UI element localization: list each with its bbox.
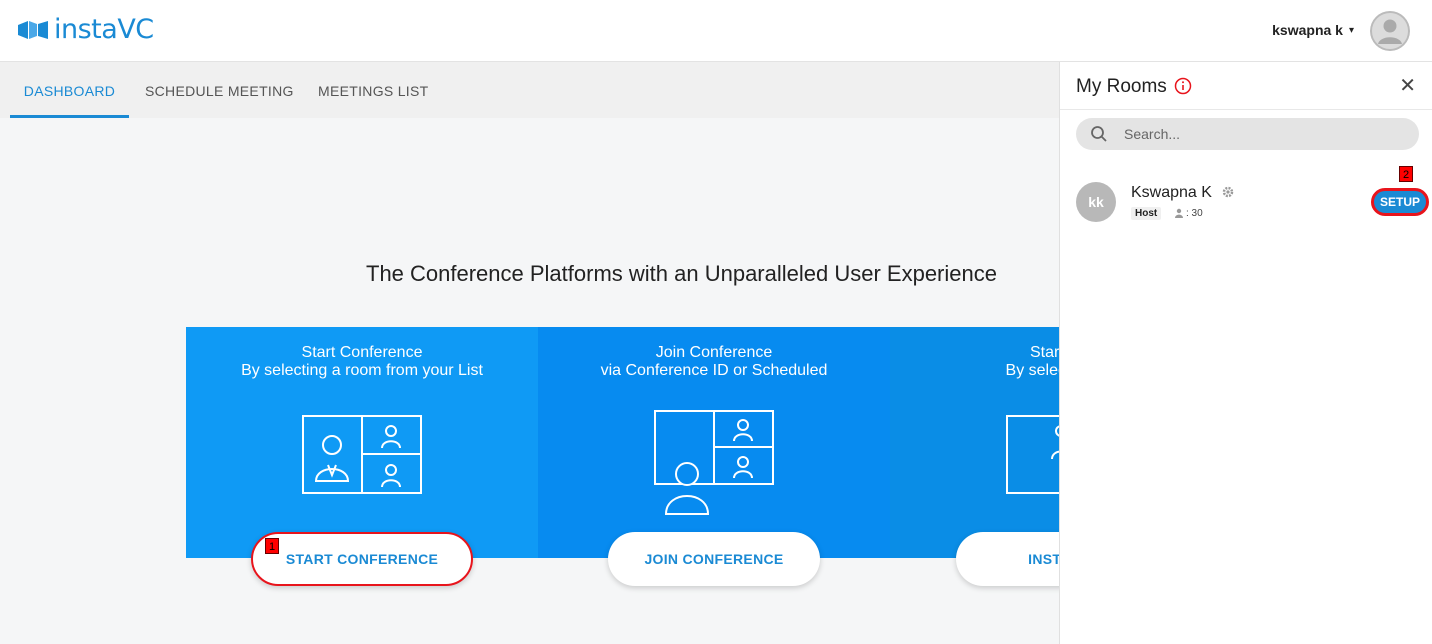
card-title-line2: via Conference ID or Scheduled <box>600 362 828 379</box>
info-icon[interactable] <box>1174 77 1192 95</box>
setup-button[interactable]: SETUP <box>1371 188 1429 216</box>
join-video-icon <box>654 410 774 515</box>
panel-title: My Rooms <box>1076 76 1167 97</box>
panel-header: My Rooms ✕ <box>1060 62 1432 110</box>
search-input[interactable] <box>1124 118 1404 150</box>
card-title: Start Conference By selecting a room fro… <box>186 344 538 380</box>
card-title: Start Conf By selecting a co <box>890 344 1060 380</box>
card-title-line2: By selecting a room from your List <box>241 362 483 379</box>
tab-meetings-list[interactable]: MEETINGS LIST <box>318 62 428 118</box>
host-badge: Host <box>1131 207 1162 220</box>
close-icon[interactable]: ✕ <box>1399 76 1416 96</box>
video-grid-icon <box>302 415 422 494</box>
page-headline: The Conference Platforms with an Unparal… <box>366 261 997 286</box>
gear-icon[interactable] <box>1222 186 1234 198</box>
user-avatar-icon <box>1370 11 1410 51</box>
user-menu[interactable]: kswapna k ▾ <box>1272 22 1354 38</box>
card-title-line1: Join Conference <box>655 344 773 361</box>
logo-icon <box>18 20 48 39</box>
room-name: Kswapna K <box>1131 184 1212 201</box>
room-list-item: kk Kswapna K Host : 30 SETUP <box>1076 182 1429 224</box>
username: kswapna k <box>1272 22 1343 38</box>
my-rooms-panel: My Rooms ✕ kk Kswapna K Host : 30 SETUP … <box>1059 62 1432 644</box>
tab-schedule-meeting[interactable]: SCHEDULE MEETING <box>145 62 294 118</box>
top-header: instaVC kswapna k ▾ <box>0 0 1432 62</box>
caret-down-icon: ▾ <box>1348 24 1354 36</box>
card-title: Join Conference via Conference ID or Sch… <box>538 344 890 380</box>
start-conference-button[interactable]: START CONFERENCE <box>251 532 473 586</box>
start-conference-card: Start Conference By selecting a room fro… <box>186 327 538 558</box>
join-conference-button[interactable]: JOIN CONFERENCE <box>608 532 820 586</box>
logo-text: instaVC <box>54 14 154 45</box>
join-conference-card: Join Conference via Conference ID or Sch… <box>538 327 890 558</box>
annotation-marker-2: 2 <box>1399 166 1413 182</box>
insta-video-icon <box>1006 415 1060 494</box>
card-title-line1: Start Conf <box>1029 344 1060 361</box>
participants-icon <box>1175 208 1183 218</box>
search-icon <box>1091 126 1107 142</box>
instavc-logo[interactable]: instaVC <box>18 14 154 45</box>
room-search <box>1076 118 1419 150</box>
card-title-line2: By selecting a co <box>1005 362 1060 379</box>
user-avatar[interactable] <box>1370 11 1410 51</box>
nav-tabs: DASHBOARD SCHEDULE MEETING MEETINGS LIST <box>0 62 1060 118</box>
insta-conference-card: Start Conf By selecting a co <box>890 327 1060 558</box>
annotation-marker-1: 1 <box>265 538 279 554</box>
participant-count: : 30 <box>1186 208 1203 219</box>
tab-dashboard[interactable]: DASHBOARD <box>10 62 129 118</box>
room-avatar: kk <box>1076 182 1116 222</box>
card-title-line1: Start Conference <box>301 344 423 361</box>
